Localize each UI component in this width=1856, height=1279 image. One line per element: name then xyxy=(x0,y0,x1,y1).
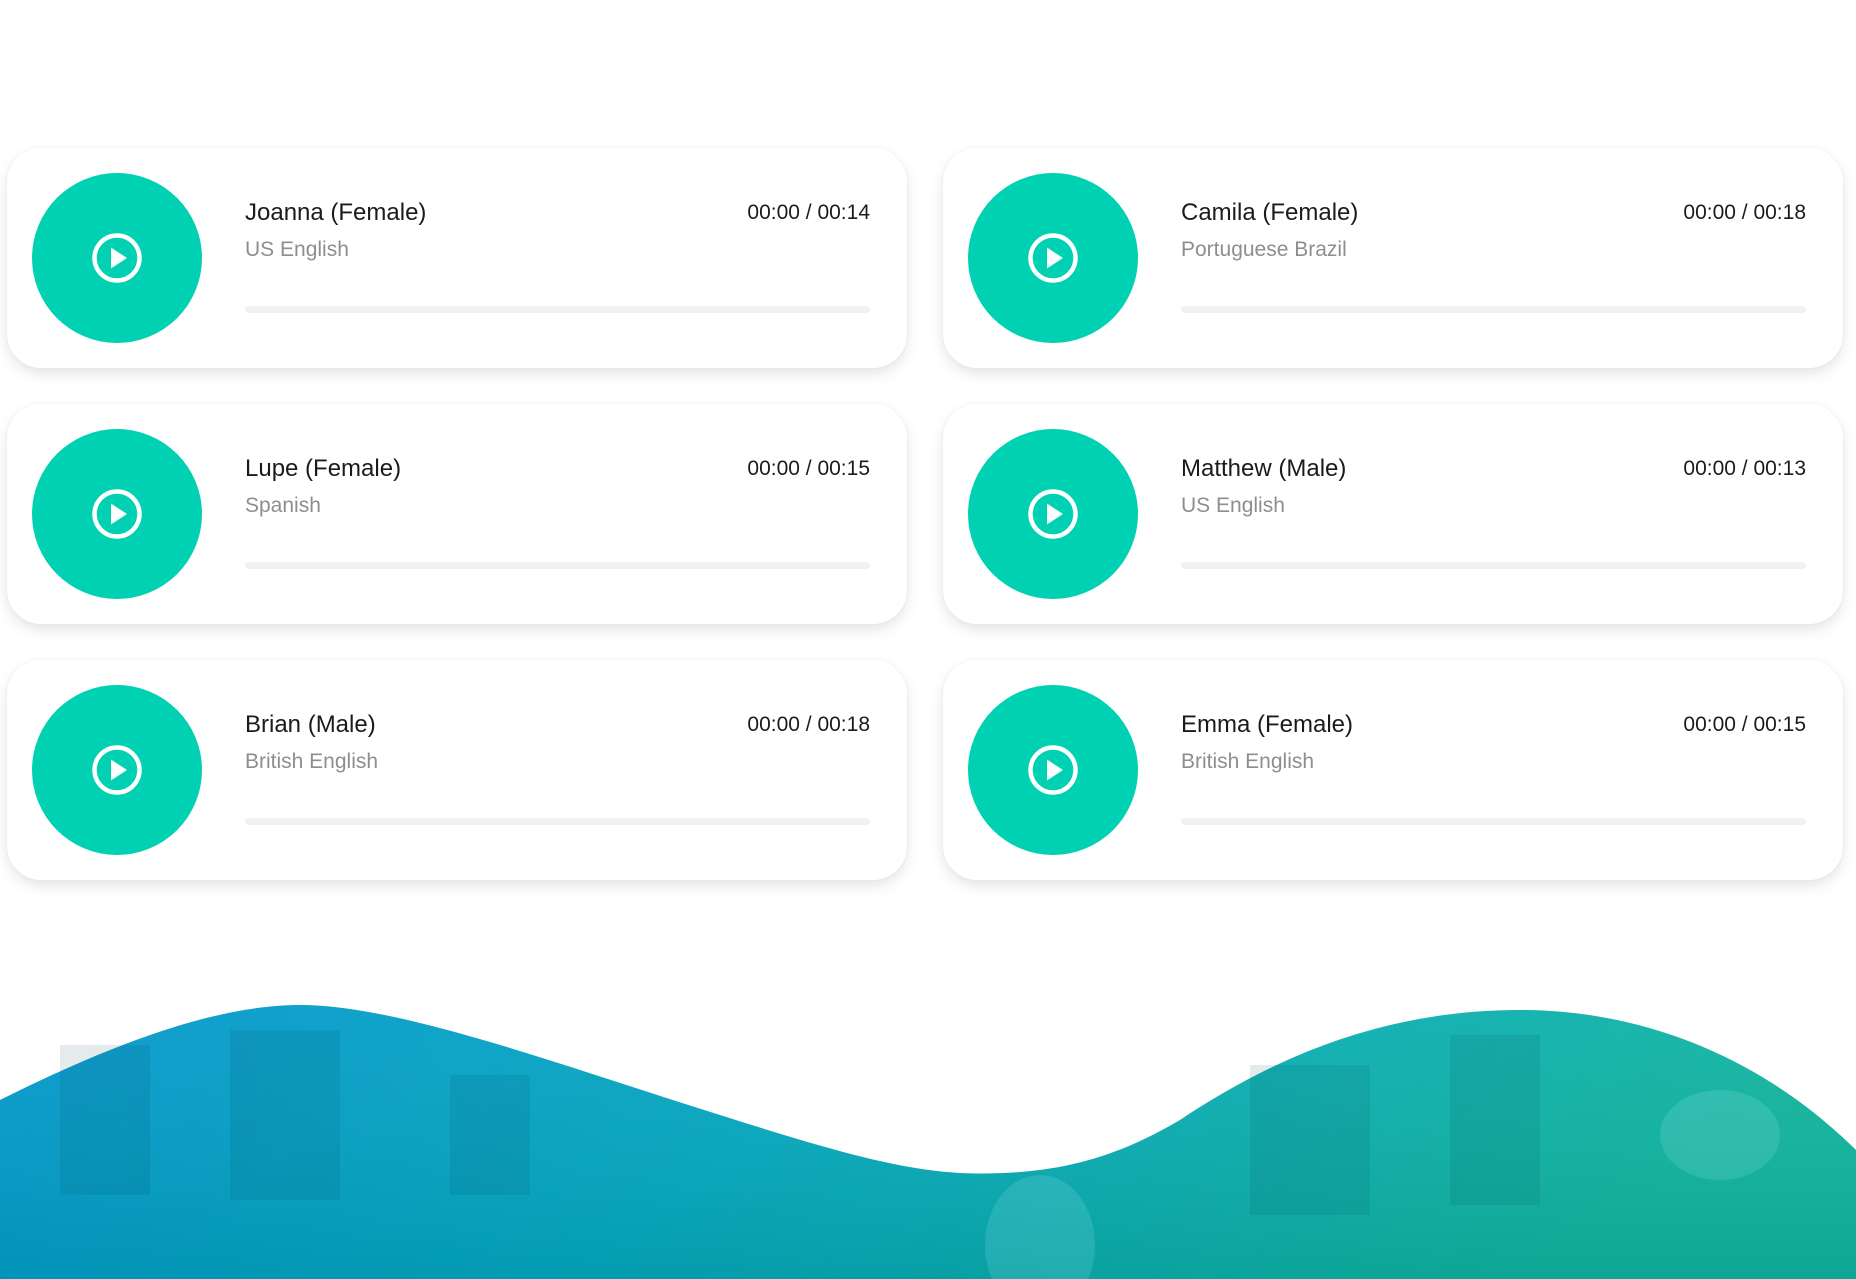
play-button[interactable] xyxy=(32,173,202,343)
time-display: 00:00 / 00:15 xyxy=(1683,713,1806,736)
progress-bar[interactable] xyxy=(1181,562,1806,569)
track-info: Matthew (Male) US English 00:00 / 00:13 xyxy=(1181,454,1806,520)
play-button[interactable] xyxy=(32,685,202,855)
play-circle-icon xyxy=(92,489,142,539)
hero-wave-background xyxy=(0,1005,1856,1279)
track-info: Brian (Male) British English 00:00 / 00:… xyxy=(245,710,870,776)
voice-language: British English xyxy=(245,750,379,773)
play-circle-icon xyxy=(1028,745,1078,795)
voice-language: US English xyxy=(1181,494,1285,517)
audio-player-card: Emma (Female) British English 00:00 / 00… xyxy=(943,660,1843,880)
progress-bar[interactable] xyxy=(245,306,870,313)
play-button[interactable] xyxy=(968,173,1138,343)
voice-language: British English xyxy=(1181,750,1315,773)
time-display: 00:00 / 00:14 xyxy=(747,201,870,224)
progress-bar[interactable] xyxy=(245,818,870,825)
time-display: 00:00 / 00:15 xyxy=(747,457,870,480)
voice-language: US English xyxy=(245,238,349,261)
voice-language: Spanish xyxy=(245,494,321,517)
track-info: Emma (Female) British English 00:00 / 00… xyxy=(1181,710,1806,776)
progress-bar[interactable] xyxy=(1181,306,1806,313)
time-display: 00:00 / 00:13 xyxy=(1683,457,1806,480)
play-circle-icon xyxy=(92,233,142,283)
track-info: Camila (Female) Portuguese Brazil 00:00 … xyxy=(1181,198,1806,264)
audio-player-card: Joanna (Female) US English 00:00 / 00:14 xyxy=(7,148,907,368)
audio-player-card: Camila (Female) Portuguese Brazil 00:00 … xyxy=(943,148,1843,368)
audio-player-card: Brian (Male) British English 00:00 / 00:… xyxy=(7,660,907,880)
play-button[interactable] xyxy=(32,429,202,599)
track-info: Lupe (Female) Spanish 00:00 / 00:15 xyxy=(245,454,870,520)
voice-samples-grid: Joanna (Female) US English 00:00 / 00:14… xyxy=(7,148,1843,880)
play-circle-icon xyxy=(1028,489,1078,539)
audio-player-card: Lupe (Female) Spanish 00:00 / 00:15 xyxy=(7,404,907,624)
play-button[interactable] xyxy=(968,685,1138,855)
voice-language: Portuguese Brazil xyxy=(1181,238,1347,261)
audio-player-card: Matthew (Male) US English 00:00 / 00:13 xyxy=(943,404,1843,624)
play-circle-icon xyxy=(1028,233,1078,283)
play-circle-icon xyxy=(92,745,142,795)
play-button[interactable] xyxy=(968,429,1138,599)
time-display: 00:00 / 00:18 xyxy=(747,713,870,736)
track-info: Joanna (Female) US English 00:00 / 00:14 xyxy=(245,198,870,264)
progress-bar[interactable] xyxy=(245,562,870,569)
time-display: 00:00 / 00:18 xyxy=(1683,201,1806,224)
progress-bar[interactable] xyxy=(1181,818,1806,825)
